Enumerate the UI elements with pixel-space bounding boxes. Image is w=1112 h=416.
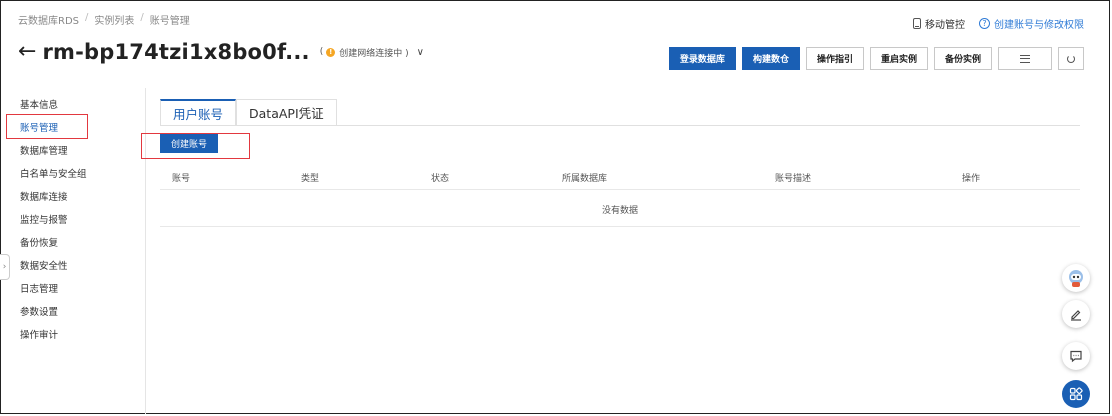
- table-header: 账号 类型 状态 所属数据库 账号描述 操作: [160, 163, 1080, 190]
- chat-button[interactable]: [1062, 342, 1090, 370]
- breadcrumb-current: 账号管理: [149, 16, 190, 27]
- apps-button[interactable]: [1062, 380, 1090, 408]
- sidebar-item-parameters[interactable]: 参数设置: [20, 304, 58, 318]
- tab-bar: 用户账号 DataAPI凭证: [160, 99, 337, 126]
- create-button-highlight-box: [141, 133, 250, 159]
- sidebar-collapse-handle[interactable]: ›: [0, 254, 10, 280]
- table-empty-row: 没有数据: [160, 190, 1080, 227]
- column-status: 状态: [431, 174, 450, 184]
- robot-icon: [1069, 270, 1083, 287]
- tab-divider: [160, 125, 1080, 126]
- sidebar-item-backup[interactable]: 备份恢复: [20, 235, 58, 249]
- list-icon: [1020, 54, 1030, 63]
- column-account: 账号: [172, 174, 191, 184]
- phone-icon: [913, 18, 921, 29]
- breadcrumb-instance-list[interactable]: 实例列表: [94, 12, 134, 27]
- back-arrow-icon[interactable]: ←: [18, 41, 36, 63]
- build-warehouse-button[interactable]: 构建数仓: [741, 47, 800, 70]
- breadcrumb-rds[interactable]: 云数据库RDS: [18, 12, 79, 27]
- edit-feedback-button[interactable]: [1062, 300, 1090, 328]
- sidebar-highlight-box: [6, 114, 88, 139]
- tab-dataapi-credentials[interactable]: DataAPI凭证: [236, 99, 337, 126]
- refresh-icon: [1067, 54, 1075, 63]
- empty-message: 没有数据: [601, 206, 638, 216]
- chat-icon: [1070, 350, 1082, 363]
- sidebar-item-audit[interactable]: 操作审计: [20, 327, 58, 341]
- action-toolbar: 登录数据库 构建数仓 操作指引 重启实例 备份实例: [668, 47, 1084, 70]
- status-text: 创建网络连接中 ): [339, 48, 409, 59]
- sidebar-item-logs[interactable]: 日志管理: [20, 281, 58, 295]
- refresh-button[interactable]: [1058, 47, 1084, 70]
- breadcrumb-separator: /: [140, 12, 144, 23]
- help-icon: ?: [979, 18, 990, 29]
- sidebar-item-databases[interactable]: 数据库管理: [20, 143, 68, 157]
- apps-grid-icon: [1069, 387, 1083, 401]
- sidebar-item-security[interactable]: 数据安全性: [20, 258, 68, 272]
- mobile-control-link[interactable]: 移动管控: [913, 16, 965, 31]
- breadcrumb: 云数据库RDS / 实例列表 / 账号管理: [18, 12, 190, 27]
- help-link[interactable]: ? 创建账号与修改权限: [979, 16, 1084, 31]
- title-row: ← rm-bp174tzi1x8bo0f... ( ! 创建网络连接中 ) ∨: [18, 40, 424, 64]
- help-link-label: 创建账号与修改权限: [994, 20, 1084, 31]
- instance-title: rm-bp174tzi1x8bo0f...: [42, 40, 310, 64]
- sidebar-item-whitelist[interactable]: 白名单与安全组: [20, 166, 87, 180]
- operation-guide-button[interactable]: 操作指引: [805, 47, 864, 70]
- tab-user-accounts[interactable]: 用户账号: [160, 99, 237, 126]
- sidebar-item-connection[interactable]: 数据库连接: [20, 189, 68, 203]
- warning-icon: !: [326, 47, 336, 57]
- column-description: 账号描述: [775, 174, 812, 184]
- top-links: 移动管控 ? 创建账号与修改权限: [913, 16, 1084, 31]
- instance-status: ( ! 创建网络连接中 ): [319, 47, 409, 59]
- chevron-down-icon[interactable]: ∨: [417, 47, 424, 58]
- column-database: 所属数据库: [562, 174, 608, 184]
- sidebar-item-basic-info[interactable]: 基本信息: [20, 97, 58, 111]
- restart-instance-button[interactable]: 重启实例: [869, 47, 928, 70]
- login-database-button[interactable]: 登录数据库: [668, 47, 736, 70]
- pencil-icon: [1071, 310, 1081, 321]
- sidebar-item-monitoring[interactable]: 监控与报警: [20, 212, 68, 226]
- backup-instance-button[interactable]: 备份实例: [933, 47, 992, 70]
- assistant-robot-button[interactable]: [1062, 264, 1090, 292]
- breadcrumb-separator: /: [85, 12, 89, 23]
- more-menu-button[interactable]: [998, 47, 1052, 70]
- column-type: 类型: [301, 174, 320, 184]
- mobile-control-label: 移动管控: [925, 20, 965, 31]
- column-actions: 操作: [962, 174, 981, 184]
